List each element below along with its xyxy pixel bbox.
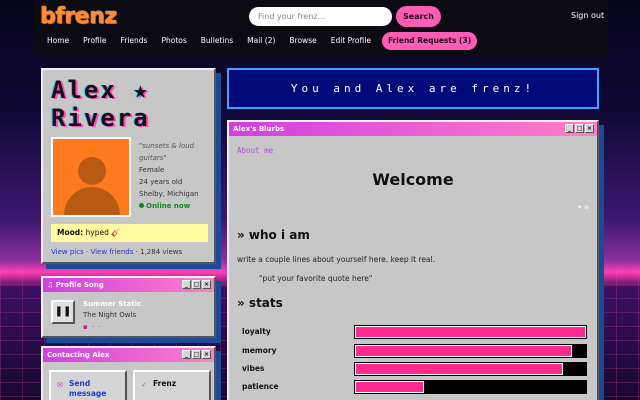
stat-bar: [354, 362, 587, 376]
stat-row: patience: [242, 380, 587, 394]
nav-friends[interactable]: Friends: [113, 32, 154, 50]
stat-row: memory: [242, 344, 587, 358]
nav-browse[interactable]: Browse: [282, 32, 323, 50]
online-status: Online now: [139, 200, 215, 212]
view-pics-link[interactable]: View pics: [51, 248, 84, 256]
online-status-text: Online now: [146, 202, 191, 210]
contact-title: Contacting Alex: [47, 351, 110, 359]
close-button[interactable]: ×: [202, 280, 211, 289]
online-dot-icon: [139, 203, 144, 208]
profile-gender: Female: [139, 166, 165, 174]
close-button[interactable]: ×: [202, 350, 211, 359]
profile-name: Alex ★ Rivera: [51, 76, 150, 132]
profile-quote: "sunsets & loud guitars": [139, 142, 195, 162]
nav-friend-requests[interactable]: Friend Requests (3): [381, 32, 478, 50]
contact-panel: Contacting Alex _ □ × ✉ Send message ✓ F…: [41, 346, 216, 400]
link-separator: ·: [85, 248, 89, 256]
profile-name-line1: Alex ★: [51, 76, 150, 104]
blurbs-panel: Alex's Blurbs _ □ × About me Welcome ✦ w…: [227, 120, 599, 400]
profile-location: Shelby, Michigan: [139, 190, 199, 198]
logo[interactable]: bfrenz: [40, 4, 117, 29]
nav-profile[interactable]: Profile: [76, 32, 113, 50]
profile-name-line2: Rivera: [51, 104, 150, 132]
song-artist: The Night Owls: [83, 311, 137, 319]
stat-label: patience: [242, 382, 279, 391]
favorite-quote: "put your favorite quote here": [259, 274, 373, 283]
search-button[interactable]: Search: [396, 6, 441, 27]
nav-home[interactable]: Home: [40, 32, 76, 50]
nav-edit-profile[interactable]: Edit Profile: [324, 32, 378, 50]
stat-bar: [354, 380, 587, 394]
check-icon: ✓: [141, 381, 147, 389]
minimize-button[interactable]: _: [565, 124, 574, 133]
profile-age: 24 years old: [139, 178, 183, 186]
contact-titlebar: Contacting Alex _ □ ×: [43, 348, 214, 362]
frenz-banner: You and Alex are frenz!: [227, 68, 599, 109]
window-controls: _ □ ×: [182, 350, 211, 359]
stat-fill: [355, 326, 586, 338]
song-track: Summer Static: [83, 300, 142, 308]
stat-label: vibes: [242, 364, 265, 373]
window-controls: _ □ ×: [182, 280, 211, 289]
link-separator: ·: [135, 248, 138, 256]
avatar[interactable]: [51, 137, 131, 217]
profile-bio: "sunsets & loud guitars" Female 24 years…: [139, 140, 215, 212]
profile-song-title: ♫ Profile Song: [47, 281, 104, 289]
stats-heading: » stats: [237, 296, 283, 310]
song-progress: ▪ · ·: [83, 323, 102, 331]
mood-box: Mood: hyped 🎸: [51, 224, 208, 242]
profile-song-panel: ♫ Profile Song _ □ × ❚❚ Summer Static Th…: [41, 276, 216, 338]
maximize-button[interactable]: □: [575, 124, 584, 133]
profile-links: View pics · View friends · 1,284 views: [51, 248, 182, 256]
blurbs-title: Alex's Blurbs: [233, 125, 285, 133]
stat-row: vibes: [242, 362, 587, 376]
sign-out-link[interactable]: Sign out: [571, 11, 604, 20]
minimize-button[interactable]: _: [182, 350, 191, 359]
stat-fill: [355, 363, 563, 375]
frenz-label: Frenz: [153, 379, 177, 388]
welcome-heading: Welcome: [372, 170, 454, 189]
avatar-body: [64, 187, 120, 215]
pause-button[interactable]: ❚❚: [51, 300, 75, 324]
stat-label: loyalty: [242, 327, 271, 336]
sparkle-text: ✦ w: [577, 204, 589, 211]
profile-card: Alex ★ Rivera "sunsets & loud guitars" F…: [41, 68, 216, 264]
stat-row: loyalty: [242, 325, 587, 339]
minimize-button[interactable]: _: [182, 280, 191, 289]
stat-bar: [354, 344, 587, 358]
maximize-button[interactable]: □: [192, 280, 201, 289]
nav-bulletins[interactable]: Bulletins: [194, 32, 240, 50]
view-friends-link[interactable]: View friends: [90, 248, 133, 256]
search-input[interactable]: [249, 7, 392, 26]
blurbs-titlebar: Alex's Blurbs _ □ ×: [229, 122, 597, 136]
profile-song-titlebar: ♫ Profile Song _ □ ×: [43, 278, 214, 292]
window-controls: _ □ ×: [565, 124, 594, 133]
mail-icon: ✉: [57, 381, 63, 389]
mood-value: hyped 🎸: [85, 228, 121, 237]
who-text: write a couple lines about yourself here…: [237, 255, 435, 264]
stat-bar: [354, 325, 587, 339]
close-button[interactable]: ×: [585, 124, 594, 133]
stat-fill: [355, 381, 425, 393]
mood-label: Mood:: [57, 228, 84, 237]
avatar-head: [78, 157, 106, 185]
frenz-button[interactable]: ✓ Frenz: [133, 370, 211, 400]
who-heading: » who i am: [237, 228, 310, 242]
send-message-button[interactable]: ✉ Send message: [49, 370, 127, 400]
send-message-label: Send message: [69, 379, 107, 398]
nav-mail[interactable]: Mail (2): [240, 32, 282, 50]
nav-photos[interactable]: Photos: [154, 32, 193, 50]
about-me-label: About me: [237, 146, 274, 155]
main-nav: Home Profile Friends Photos Bulletins Ma…: [40, 32, 478, 50]
stat-fill: [355, 345, 573, 357]
stat-label: memory: [242, 346, 277, 355]
view-count: 1,284 views: [140, 248, 183, 256]
maximize-button[interactable]: □: [192, 350, 201, 359]
